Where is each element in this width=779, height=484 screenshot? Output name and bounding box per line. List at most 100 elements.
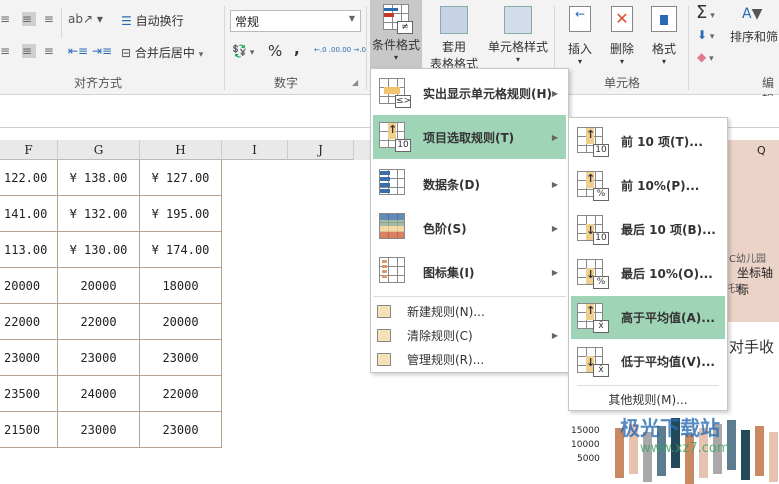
- menu-item-4[interactable]: 图标集(I) ▶: [373, 250, 566, 294]
- menu-divider: [577, 385, 719, 386]
- table-cell[interactable]: 23000: [0, 340, 58, 376]
- conditional-format-button[interactable]: ≠ 条件格式 ▾: [370, 0, 422, 68]
- comma-button[interactable]: ,: [294, 40, 300, 58]
- table-cell[interactable]: 122.00: [0, 160, 58, 196]
- bottom-rule-icon: ↓ 10: [577, 214, 609, 245]
- column-header-h[interactable]: H: [140, 140, 222, 160]
- align-top-icons[interactable]: ≡ ≡ ≡: [0, 12, 58, 26]
- y-tick: 5000: [577, 454, 600, 464]
- table-cell[interactable]: 23000: [58, 340, 140, 376]
- menu-small-item-2[interactable]: 管理规则(R)...: [373, 347, 566, 371]
- conditional-format-icon: ≠: [383, 4, 413, 34]
- table-cell[interactable]: 18000: [140, 268, 222, 304]
- currency-icon[interactable]: 💱 ▾: [232, 44, 254, 58]
- menu-small-item-1[interactable]: 清除规则(C) ▶: [373, 323, 566, 347]
- rule-icon: [379, 213, 411, 243]
- insert-button[interactable]: ← 插入 ▾: [562, 2, 598, 66]
- table-cell[interactable]: 22000: [140, 376, 222, 412]
- table-cell[interactable]: 23000: [58, 412, 140, 448]
- sort-az-icon: A▼: [742, 6, 763, 22]
- format-button[interactable]: 格式 ▾: [646, 2, 682, 66]
- other-rules-item[interactable]: 其他规则(M)...: [571, 388, 725, 410]
- table-cell[interactable]: 23000: [140, 412, 222, 448]
- table-cell[interactable]: 23000: [140, 340, 222, 376]
- submenu-item-4[interactable]: ↑ x̄ 高于平均值(A)...: [571, 296, 725, 339]
- table-cell[interactable]: 20000: [140, 304, 222, 340]
- number-group-label: 数字: [274, 76, 299, 90]
- table-style-icon: [440, 6, 468, 34]
- rule-icon: ↑ 10: [379, 122, 411, 152]
- orientation-icon[interactable]: ab↗ ▾: [68, 12, 103, 26]
- top-bottom-rules-submenu: ↑ 10 前 10 项(T)... ↑% 前 10%(P)... ↓ 10 最后 10 项(B…: [568, 117, 728, 411]
- menu-item-1[interactable]: ↑ 10 项目选取规则(T) ▶: [373, 115, 566, 159]
- submenu-arrow-icon: ▶: [551, 330, 558, 340]
- delete-button[interactable]: ✕ 删除 ▾: [604, 2, 640, 66]
- table-cell[interactable]: 20000: [58, 268, 140, 304]
- submenu-item-5[interactable]: ↓ x̄ 低于平均值(V)...: [571, 340, 725, 383]
- table-cell[interactable]: ¥ 138.00: [58, 160, 140, 196]
- indent-icons[interactable]: ⇤≡ ⇥≡: [68, 44, 112, 58]
- column-header-j[interactable]: J: [288, 140, 354, 160]
- merge-center-button[interactable]: ⊟ 合并后居中 ▾: [121, 44, 203, 61]
- number-format-select[interactable]: 常规 ▼: [230, 10, 361, 32]
- rule-icon: [379, 257, 411, 287]
- table-cell[interactable]: 23500: [0, 376, 58, 412]
- percent-button[interactable]: %: [268, 42, 282, 60]
- table-cell[interactable]: ¥ 195.00: [140, 196, 222, 232]
- table-cell[interactable]: 22000: [0, 304, 58, 340]
- table-cell[interactable]: ¥ 174.00: [140, 232, 222, 268]
- column-header-f[interactable]: F: [0, 140, 58, 160]
- table-cell[interactable]: ¥ 130.00: [58, 232, 140, 268]
- decrease-decimal-button[interactable]: .00 →.0: [340, 46, 366, 54]
- rule-badge: %: [593, 275, 609, 289]
- menu-small-item-0[interactable]: 新建规则(N)...: [373, 299, 566, 323]
- conditional-format-menu: ≤> 实出显示单元格规则(H) ▶ ↑ 10 项目选取规则(T) ▶ 数据条(D) ▶ 色阶(S)…: [370, 68, 569, 373]
- top-rule-icon: ↑ 10: [577, 126, 609, 157]
- rule-small-icon: [377, 304, 391, 318]
- align-center-icons[interactable]: ≡ ≡ ≡: [0, 44, 58, 58]
- bottom-rule-icon: ↓%: [577, 258, 609, 289]
- submenu-item-2[interactable]: ↓ 10 最后 10 项(B)...: [571, 208, 725, 251]
- submenu-item-1[interactable]: ↑% 前 10%(P)...: [571, 164, 725, 207]
- menu-item-2[interactable]: 数据条(D) ▶: [373, 162, 566, 206]
- rule-icon: [379, 169, 411, 199]
- sort-filter-button[interactable]: A▼ 排序和筛: [730, 2, 779, 45]
- align-group-label: 对齐方式: [74, 76, 123, 90]
- rule-small-icon: [377, 352, 391, 366]
- watermark: 极光下载站 www.xz7.com: [620, 416, 730, 456]
- menu-item-0[interactable]: ≤> 实出显示单元格规则(H) ▶: [373, 71, 566, 115]
- table-cell[interactable]: ¥ 132.00: [58, 196, 140, 232]
- dialog-launcher-icon[interactable]: ◢: [352, 78, 358, 87]
- menu-divider: [373, 296, 566, 297]
- increase-decimal-button[interactable]: ←.0 .00: [314, 46, 340, 54]
- rule-badge: 10: [593, 143, 609, 157]
- table-cell[interactable]: 20000: [0, 268, 58, 304]
- submenu-item-3[interactable]: ↓% 最后 10%(O)...: [571, 252, 725, 295]
- submenu-arrow-icon: ▶: [551, 223, 558, 233]
- table-cell[interactable]: 113.00: [0, 232, 58, 268]
- column-header-g[interactable]: G: [58, 140, 140, 160]
- format-as-table-button[interactable]: 套用 表格格式: [424, 2, 484, 72]
- chart-title: 对手收: [729, 338, 775, 356]
- clear-eraser-icon[interactable]: ◆ ▾: [697, 50, 714, 64]
- fill-button[interactable]: ⬇ ▾: [697, 28, 714, 42]
- chart-bar: [755, 426, 764, 476]
- submenu-item-0[interactable]: ↑ 10 前 10 项(T)...: [571, 120, 725, 163]
- table-cell[interactable]: ¥ 127.00: [140, 160, 222, 196]
- table-cell[interactable]: 21500: [0, 412, 58, 448]
- table-cell[interactable]: 24000: [58, 376, 140, 412]
- autosum-button[interactable]: Σ ▾: [696, 2, 715, 23]
- column-header-i[interactable]: I: [222, 140, 288, 160]
- cells-group-label: 单元格: [604, 76, 641, 90]
- wrap-text-button[interactable]: ☰ 自动换行: [121, 12, 184, 29]
- bottom-rule-icon: ↓ x̄: [577, 346, 609, 377]
- table-cell[interactable]: 22000: [58, 304, 140, 340]
- cell-style-button[interactable]: 单元格样式 ▾: [486, 2, 550, 64]
- menu-item-3[interactable]: 色阶(S) ▶: [373, 206, 566, 250]
- submenu-arrow-icon: ▶: [551, 267, 558, 277]
- chart-column-label: Q: [757, 144, 766, 157]
- chart-bar: [769, 432, 778, 482]
- table-cell[interactable]: 141.00: [0, 196, 58, 232]
- submenu-arrow-icon: ▶: [551, 132, 558, 142]
- chart-category-label: C幼儿园: [729, 254, 766, 265]
